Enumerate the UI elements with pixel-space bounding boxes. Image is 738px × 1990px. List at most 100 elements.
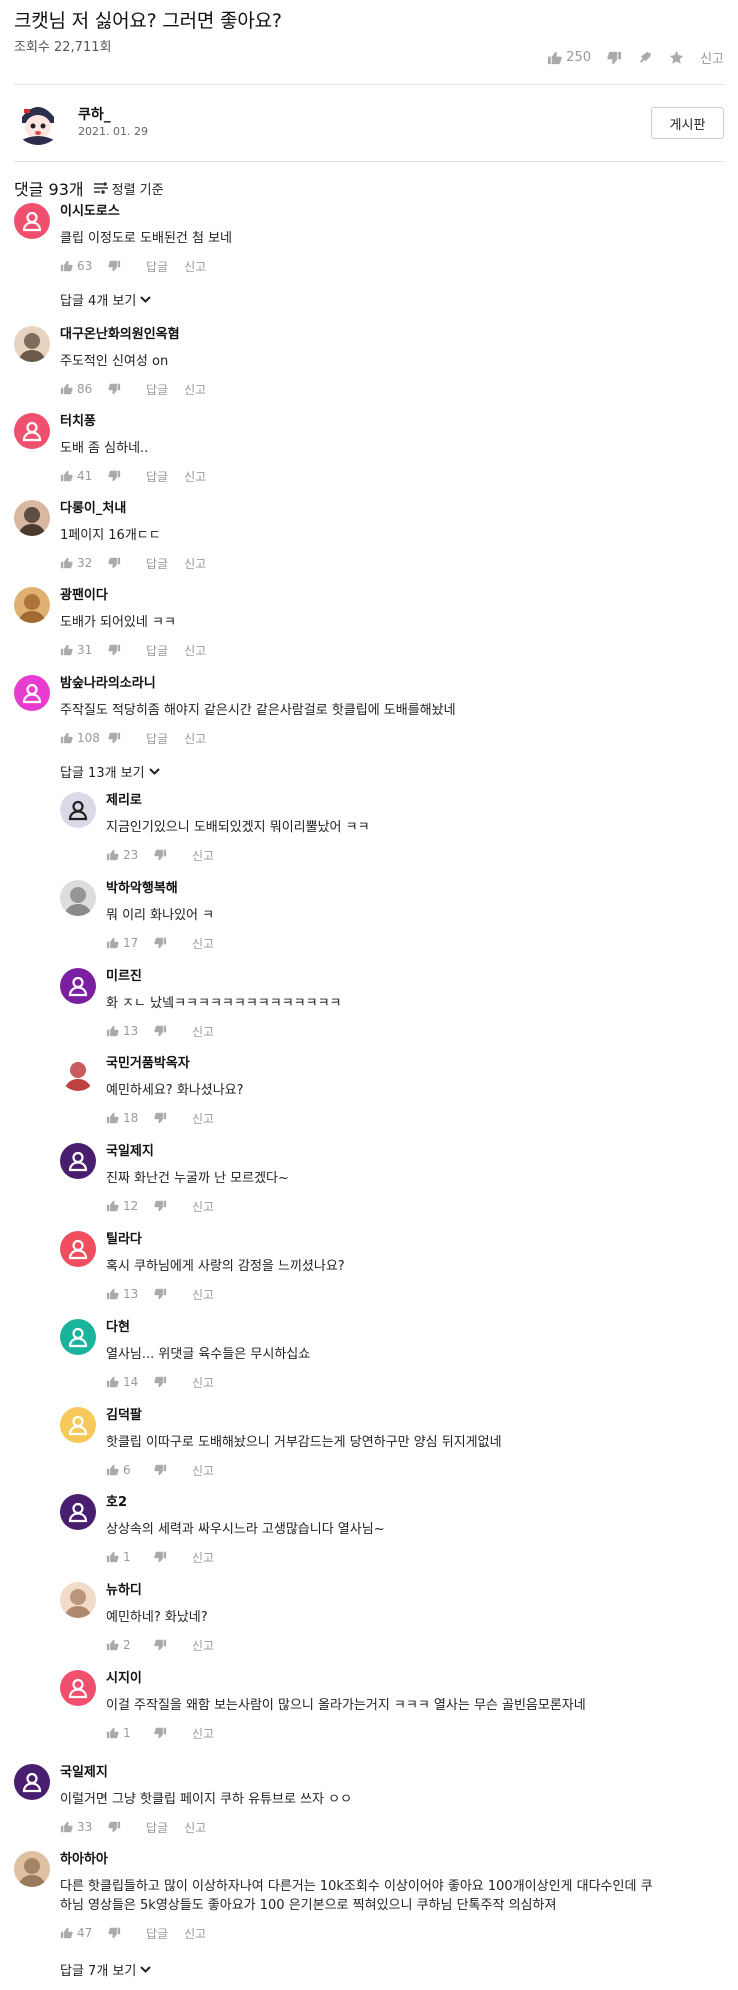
comment-like-button[interactable]: 1 — [106, 1726, 154, 1740]
comment-report-button[interactable]: 신고 — [184, 1925, 206, 1942]
commenter-avatar[interactable] — [60, 1319, 96, 1355]
comment-dislike-button[interactable] — [154, 1025, 176, 1037]
comment-like-button[interactable]: 108 — [60, 731, 108, 745]
view-replies-button[interactable]: 답글 7개 보기 — [60, 1960, 152, 1979]
commenter-avatar[interactable] — [60, 1055, 96, 1091]
comment-author[interactable]: 국일제지 — [60, 1764, 724, 1782]
commenter-avatar[interactable] — [60, 1407, 96, 1443]
comment-author[interactable]: 다롱이_처내 — [60, 500, 724, 518]
commenter-avatar[interactable] — [60, 1494, 96, 1530]
comment-like-button[interactable]: 1 — [106, 1550, 154, 1564]
commenter-avatar[interactable] — [60, 1582, 96, 1618]
sort-button[interactable]: 정렬 기준 — [93, 179, 164, 198]
commenter-avatar[interactable] — [60, 792, 96, 828]
comment-report-button[interactable]: 신고 — [192, 1374, 214, 1391]
comment-author[interactable]: 박하악행복해 — [106, 880, 724, 898]
comment-like-button[interactable]: 41 — [60, 469, 108, 483]
post-dislike-button[interactable] — [607, 51, 622, 65]
comment-dislike-button[interactable] — [108, 1927, 130, 1939]
comment-report-button[interactable]: 신고 — [192, 1110, 214, 1127]
view-replies-button[interactable]: 답글 4개 보기 — [60, 290, 152, 309]
comment-report-button[interactable]: 신고 — [184, 730, 206, 747]
commenter-avatar[interactable] — [60, 1670, 96, 1706]
comment-report-button[interactable]: 신고 — [192, 1198, 214, 1215]
comment-author[interactable]: 김덕팔 — [106, 1407, 724, 1425]
commenter-avatar[interactable] — [60, 1231, 96, 1267]
comment-dislike-button[interactable] — [108, 732, 130, 744]
comment-dislike-button[interactable] — [154, 1288, 176, 1300]
commenter-avatar[interactable] — [14, 203, 50, 239]
comment-reply-button[interactable]: 답글 — [146, 555, 168, 572]
comment-dislike-button[interactable] — [154, 1551, 176, 1563]
commenter-avatar[interactable] — [14, 326, 50, 362]
comment-reply-button[interactable]: 답글 — [146, 642, 168, 659]
comment-like-button[interactable]: 33 — [60, 1820, 108, 1834]
comment-report-button[interactable]: 신고 — [184, 555, 206, 572]
comment-report-button[interactable]: 신고 — [192, 1725, 214, 1742]
comment-author[interactable]: 국일제지 — [106, 1143, 724, 1161]
comment-like-button[interactable]: 6 — [106, 1463, 154, 1477]
comment-like-button[interactable]: 23 — [106, 848, 154, 862]
comment-report-button[interactable]: 신고 — [184, 258, 206, 275]
commenter-avatar[interactable] — [14, 413, 50, 449]
comment-reply-button[interactable]: 답글 — [146, 381, 168, 398]
comment-reply-button[interactable]: 답글 — [146, 730, 168, 747]
comment-like-button[interactable]: 13 — [106, 1024, 154, 1038]
post-report-button[interactable]: 신고 — [700, 48, 724, 67]
comment-author[interactable]: 국민거품박옥자 — [106, 1055, 724, 1073]
comment-author[interactable]: 호2 — [106, 1494, 724, 1512]
comment-dislike-button[interactable] — [108, 644, 130, 656]
comment-author[interactable]: 하아하아 — [60, 1851, 724, 1869]
comment-like-button[interactable]: 47 — [60, 1926, 108, 1940]
author-avatar[interactable] — [14, 97, 62, 145]
comment-author[interactable]: 뉴하디 — [106, 1582, 724, 1600]
comment-report-button[interactable]: 신고 — [192, 1023, 214, 1040]
comment-like-button[interactable]: 2 — [106, 1638, 154, 1652]
commenter-avatar[interactable] — [60, 1143, 96, 1179]
view-replies-button[interactable]: 답글 13개 보기 — [60, 762, 160, 781]
comment-like-button[interactable]: 17 — [106, 936, 154, 950]
post-favorite-button[interactable] — [669, 50, 684, 65]
comment-report-button[interactable]: 신고 — [192, 1286, 214, 1303]
comment-dislike-button[interactable] — [154, 1639, 176, 1651]
comment-dislike-button[interactable] — [108, 557, 130, 569]
comment-dislike-button[interactable] — [108, 383, 130, 395]
comment-report-button[interactable]: 신고 — [192, 935, 214, 952]
comment-like-button[interactable]: 32 — [60, 556, 108, 570]
comment-dislike-button[interactable] — [154, 1464, 176, 1476]
comment-author[interactable]: 시지이 — [106, 1670, 724, 1688]
comment-report-button[interactable]: 신고 — [184, 642, 206, 659]
commenter-avatar[interactable] — [14, 500, 50, 536]
comment-author[interactable]: 밤숲나라의소라니 — [60, 675, 724, 693]
comment-dislike-button[interactable] — [154, 937, 176, 949]
comment-report-button[interactable]: 신고 — [192, 1637, 214, 1654]
comment-like-button[interactable]: 63 — [60, 259, 108, 273]
comment-author[interactable]: 미르진 — [106, 968, 724, 986]
post-like-button[interactable]: 250 — [547, 50, 591, 65]
comment-author[interactable]: 제리로 — [106, 792, 724, 810]
comment-like-button[interactable]: 13 — [106, 1287, 154, 1301]
comment-reply-button[interactable]: 답글 — [146, 1925, 168, 1942]
comment-dislike-button[interactable] — [154, 849, 176, 861]
commenter-avatar[interactable] — [14, 587, 50, 623]
commenter-avatar[interactable] — [60, 968, 96, 1004]
comment-dislike-button[interactable] — [108, 470, 130, 482]
comment-author[interactable]: 이시도로스 — [60, 203, 724, 221]
author-name[interactable]: 쿠하_ — [78, 104, 111, 124]
comment-like-button[interactable]: 31 — [60, 643, 108, 657]
comment-like-button[interactable]: 18 — [106, 1111, 154, 1125]
commenter-avatar[interactable] — [14, 1851, 50, 1887]
comment-report-button[interactable]: 신고 — [184, 381, 206, 398]
comment-dislike-button[interactable] — [154, 1112, 176, 1124]
comment-author[interactable]: 광팬이다 — [60, 587, 724, 605]
commenter-avatar[interactable] — [14, 1764, 50, 1800]
comment-report-button[interactable]: 신고 — [184, 468, 206, 485]
comment-author[interactable]: 다현 — [106, 1319, 724, 1337]
comment-report-button[interactable]: 신고 — [192, 1549, 214, 1566]
board-button[interactable]: 게시판 — [651, 107, 724, 139]
comment-report-button[interactable]: 신고 — [184, 1819, 206, 1836]
commenter-avatar[interactable] — [60, 880, 96, 916]
comment-reply-button[interactable]: 답글 — [146, 258, 168, 275]
comment-author[interactable]: 대구온난화의원인옥혐 — [60, 326, 724, 344]
commenter-avatar[interactable] — [14, 675, 50, 711]
